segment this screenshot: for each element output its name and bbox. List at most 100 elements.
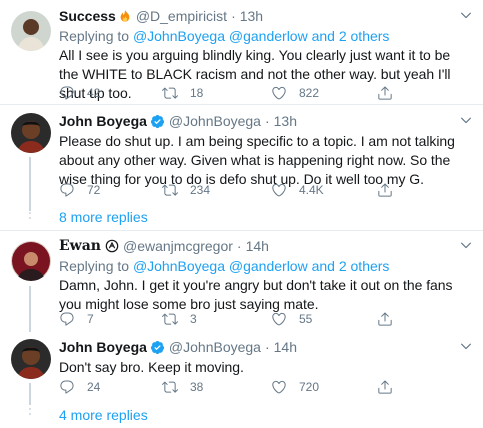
tweet-actions: 7 3 55 bbox=[59, 309, 419, 329]
share-button[interactable] bbox=[377, 180, 405, 200]
like-button[interactable]: 55 bbox=[271, 309, 312, 329]
retweet-count: 3 bbox=[190, 312, 197, 326]
share-icon bbox=[377, 379, 393, 395]
share-icon bbox=[377, 182, 393, 198]
reply-button[interactable]: 7 bbox=[59, 309, 94, 329]
share-button[interactable] bbox=[377, 309, 405, 329]
reply-mention[interactable]: @JohnBoyega bbox=[133, 258, 225, 274]
tweet-body: Ewan @ewanjmcgregor · 14h Replying to @J… bbox=[59, 236, 473, 314]
tweet-john-boyega[interactable]: John Boyega @JohnBoyega · 13h Please do … bbox=[0, 111, 483, 225]
reply-icon bbox=[59, 85, 75, 101]
retweet-icon bbox=[162, 182, 178, 198]
display-name[interactable]: John Boyega bbox=[59, 113, 147, 129]
user-handle[interactable]: @JohnBoyega bbox=[169, 339, 261, 355]
divider bbox=[0, 104, 483, 105]
verified-badge-icon bbox=[150, 114, 165, 129]
chevron-down-icon[interactable] bbox=[459, 113, 473, 127]
like-count: 55 bbox=[299, 312, 313, 326]
reply-count: 42 bbox=[87, 86, 101, 100]
reply-mention[interactable]: @ganderlow bbox=[229, 28, 308, 44]
reply-icon bbox=[59, 182, 75, 198]
reply-mention[interactable]: @ganderlow bbox=[229, 258, 308, 274]
divider bbox=[0, 230, 483, 231]
fire-emoji-icon bbox=[120, 9, 130, 22]
like-icon bbox=[271, 379, 287, 395]
reply-button[interactable]: 72 bbox=[59, 180, 100, 200]
tweet-timestamp[interactable]: 14h bbox=[246, 238, 269, 254]
avatar[interactable] bbox=[11, 113, 51, 153]
replying-to: Replying to @JohnBoyega @ganderlow and 2… bbox=[59, 27, 473, 45]
tweet-john-boyega[interactable]: John Boyega @JohnBoyega · 14h Don't say … bbox=[0, 337, 483, 428]
reply-others-link[interactable]: 2 others bbox=[339, 28, 390, 44]
share-button[interactable] bbox=[377, 377, 405, 397]
tweet-actions: 24 38 720 bbox=[59, 377, 419, 397]
user-handle[interactable]: @D_empiricist bbox=[136, 8, 227, 24]
reply-count: 72 bbox=[87, 183, 101, 197]
display-name[interactable]: Ewan bbox=[59, 238, 101, 254]
tweet-success[interactable]: Success @D_empiricist · 13h Replying to … bbox=[0, 6, 483, 106]
thread-line bbox=[29, 383, 31, 405]
display-name[interactable]: John Boyega bbox=[59, 339, 147, 355]
separator-dot: · bbox=[264, 113, 270, 129]
like-button[interactable]: 822 bbox=[271, 83, 319, 103]
avatar[interactable] bbox=[11, 241, 51, 281]
tweet-actions: 42 18 822 bbox=[59, 83, 419, 103]
tweet-header: John Boyega @JohnBoyega · 13h bbox=[59, 111, 473, 131]
chevron-down-icon[interactable] bbox=[459, 8, 473, 22]
tweet-timestamp[interactable]: 14h bbox=[274, 339, 297, 355]
like-icon bbox=[271, 85, 287, 101]
show-more-replies-link[interactable]: 8 more replies bbox=[59, 209, 148, 225]
like-icon bbox=[271, 182, 287, 198]
chevron-down-icon[interactable] bbox=[459, 238, 473, 252]
tweet-body: John Boyega @JohnBoyega · 14h Don't say … bbox=[59, 337, 473, 377]
retweet-icon bbox=[162, 85, 178, 101]
tweet-header: Success @D_empiricist · 13h bbox=[59, 6, 473, 26]
tweet-timestamp[interactable]: 13h bbox=[240, 8, 263, 24]
like-count: 4.4K bbox=[299, 183, 324, 197]
tweet-body: John Boyega @JohnBoyega · 13h Please do … bbox=[59, 111, 473, 189]
avatar[interactable] bbox=[11, 11, 51, 51]
like-button[interactable]: 720 bbox=[271, 377, 319, 397]
retweet-icon bbox=[162, 379, 178, 395]
thread-dots bbox=[27, 207, 33, 222]
reply-mention[interactable]: @JohnBoyega bbox=[133, 28, 225, 44]
retweet-button[interactable]: 3 bbox=[162, 309, 197, 329]
like-button[interactable]: 4.4K bbox=[271, 180, 324, 200]
user-handle[interactable]: @JohnBoyega bbox=[169, 113, 261, 129]
retweet-button[interactable]: 38 bbox=[162, 377, 203, 397]
verified-badge-icon bbox=[150, 340, 165, 355]
separator-dot: · bbox=[231, 8, 236, 24]
tweet-timestamp[interactable]: 13h bbox=[274, 113, 297, 129]
user-handle[interactable]: @ewanjmcgregor bbox=[123, 238, 233, 254]
tweet-text: Don't say bro. Keep it moving. bbox=[59, 359, 244, 375]
reply-button[interactable]: 24 bbox=[59, 377, 100, 397]
retweet-count: 234 bbox=[190, 183, 211, 197]
thread-dots bbox=[27, 403, 33, 418]
thread-line bbox=[29, 286, 31, 332]
separator-dot: · bbox=[236, 238, 242, 254]
avatar[interactable] bbox=[11, 339, 51, 379]
reply-others-link[interactable]: 2 others bbox=[339, 258, 390, 274]
display-name[interactable]: Success bbox=[59, 8, 116, 24]
like-count: 822 bbox=[299, 86, 320, 100]
retweet-button[interactable]: 234 bbox=[162, 180, 210, 200]
replying-and: and bbox=[307, 28, 339, 44]
symbol-emoji-icon bbox=[105, 239, 119, 253]
tweet-ewan[interactable]: Ewan @ewanjmcgregor · 14h Replying to @J… bbox=[0, 236, 483, 332]
tweet-header: Ewan @ewanjmcgregor · 14h bbox=[59, 236, 473, 256]
retweet-count: 18 bbox=[190, 86, 204, 100]
retweet-button[interactable]: 18 bbox=[162, 83, 203, 103]
share-icon bbox=[377, 311, 393, 327]
like-icon bbox=[271, 311, 287, 327]
reply-button[interactable]: 42 bbox=[59, 83, 100, 103]
reply-count: 24 bbox=[87, 380, 101, 394]
share-button[interactable] bbox=[377, 83, 405, 103]
reply-icon bbox=[59, 311, 75, 327]
chevron-down-icon[interactable] bbox=[459, 339, 473, 353]
tweet-actions: 72 234 4.4K bbox=[59, 180, 419, 200]
replying-and: and bbox=[307, 258, 339, 274]
retweet-count: 38 bbox=[190, 380, 204, 394]
tweet-header: John Boyega @JohnBoyega · 14h bbox=[59, 337, 473, 357]
show-more-replies-link[interactable]: 4 more replies bbox=[59, 407, 148, 423]
replying-to: Replying to @JohnBoyega @ganderlow and 2… bbox=[59, 257, 473, 275]
